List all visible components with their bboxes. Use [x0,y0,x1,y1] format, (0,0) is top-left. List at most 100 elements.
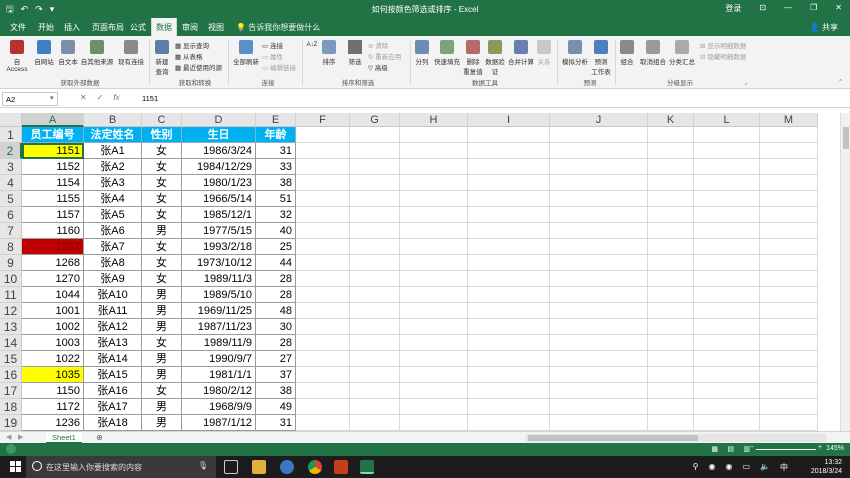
cell-l10[interactable] [694,271,760,287]
tab-view[interactable]: 视图 [208,22,224,33]
cell-c11[interactable]: 男 [142,287,182,303]
name-box-dropdown-icon[interactable]: ▾ [50,94,54,102]
cell-e11[interactable]: 28 [256,287,296,303]
cell-e17[interactable]: 38 [256,383,296,399]
cell-j11[interactable] [550,287,648,303]
cell-h18[interactable] [400,399,468,415]
cell-i17[interactable] [468,383,550,399]
cell-h4[interactable] [400,175,468,191]
cell-h1[interactable] [400,127,468,143]
cell-i8[interactable] [468,239,550,255]
cell-g18[interactable] [350,399,400,415]
cell-f15[interactable] [296,351,350,367]
cell-k6[interactable] [648,207,694,223]
ribbon-display-icon[interactable]: ⊡ [759,3,766,14]
login-button[interactable]: 登录 [725,3,741,14]
ime-indicator[interactable]: 中 [780,462,788,473]
cell-e7[interactable]: 40 [256,223,296,239]
column-header-g[interactable]: G [350,113,400,127]
cell-h19[interactable] [400,415,468,431]
cell-j12[interactable] [550,303,648,319]
cell-a15[interactable]: 1022 [22,351,84,367]
cell-c18[interactable]: 男 [142,399,182,415]
column-header-l[interactable]: L [694,113,760,127]
sort-az-button[interactable]: A↓Z [305,42,319,48]
cell-g14[interactable] [350,335,400,351]
tab-review[interactable]: 审阅 [182,22,198,33]
cell-g5[interactable] [350,191,400,207]
cell-c5[interactable]: 女 [142,191,182,207]
cell-f5[interactable] [296,191,350,207]
cell-g4[interactable] [350,175,400,191]
cell-e19[interactable]: 31 [256,415,296,431]
cell-c17[interactable]: 女 [142,383,182,399]
subtotal-button[interactable]: 分类汇总 [668,40,696,66]
cell-k2[interactable] [648,143,694,159]
cell-g15[interactable] [350,351,400,367]
cell-j9[interactable] [550,255,648,271]
table-header-cell[interactable]: 性别 [142,127,182,143]
cell-a16[interactable]: 1035 [22,367,84,383]
cell-l3[interactable] [694,159,760,175]
tray-app-icon-2[interactable]: ◉ [725,462,732,473]
cell-m17[interactable] [760,383,818,399]
cell-l11[interactable] [694,287,760,303]
cell-k10[interactable] [648,271,694,287]
share-button[interactable]: 👤 共享 [810,22,838,33]
recent-sources-button[interactable]: ▦ 最近使用的源 [175,62,222,72]
cell-h16[interactable] [400,367,468,383]
cell-b4[interactable]: 张A3 [84,175,142,191]
cell-k3[interactable] [648,159,694,175]
zoom-level[interactable]: 145% [826,445,844,452]
cell-f1[interactable] [296,127,350,143]
cell-j7[interactable] [550,223,648,239]
cell-h14[interactable] [400,335,468,351]
cell-l18[interactable] [694,399,760,415]
cell-d5[interactable]: 1966/5/14 [182,191,256,207]
column-header-a[interactable]: A [22,113,84,127]
cell-m1[interactable] [760,127,818,143]
row-header-14[interactable]: 14 [0,335,22,351]
connections-button[interactable]: ▭ 连接 [262,40,283,50]
cell-d14[interactable]: 1989/11/9 [182,335,256,351]
row-header-18[interactable]: 18 [0,399,22,415]
cell-l16[interactable] [694,367,760,383]
cell-b5[interactable]: 张A4 [84,191,142,207]
cell-d6[interactable]: 1985/12/1 [182,207,256,223]
people-icon[interactable]: ⚲ [693,462,699,473]
taskbar-search[interactable]: 在这里输入你要搜索的内容 🎙 [26,456,216,478]
cell-l14[interactable] [694,335,760,351]
cell-h12[interactable] [400,303,468,319]
cell-f9[interactable] [296,255,350,271]
normal-view-icon[interactable]: ▦ [711,445,718,453]
cell-h3[interactable] [400,159,468,175]
cell-b12[interactable]: 张A11 [84,303,142,319]
cell-g10[interactable] [350,271,400,287]
table-header-cell[interactable]: 年龄 [256,127,296,143]
cell-a18[interactable]: 1172 [22,399,84,415]
dialog-launcher-icon[interactable]: ⌟ [744,78,747,86]
cell-f7[interactable] [296,223,350,239]
cell-m19[interactable] [760,415,818,431]
cell-l5[interactable] [694,191,760,207]
cell-l4[interactable] [694,175,760,191]
column-header-e[interactable]: E [256,113,296,127]
horizontal-scroll-thumb[interactable] [528,435,698,441]
cell-d11[interactable]: 1989/5/10 [182,287,256,303]
cell-a2[interactable]: 1151 [22,143,84,159]
cell-g11[interactable] [350,287,400,303]
cell-f19[interactable] [296,415,350,431]
cell-i19[interactable] [468,415,550,431]
cell-k14[interactable] [648,335,694,351]
cell-l8[interactable] [694,239,760,255]
cell-e15[interactable]: 27 [256,351,296,367]
cell-f12[interactable] [296,303,350,319]
cell-d7[interactable]: 1977/5/15 [182,223,256,239]
cell-k15[interactable] [648,351,694,367]
cell-m10[interactable] [760,271,818,287]
page-layout-view-icon[interactable]: ▤ [727,445,734,453]
cell-i7[interactable] [468,223,550,239]
cell-g16[interactable] [350,367,400,383]
cell-g13[interactable] [350,319,400,335]
cell-b9[interactable]: 张A8 [84,255,142,271]
